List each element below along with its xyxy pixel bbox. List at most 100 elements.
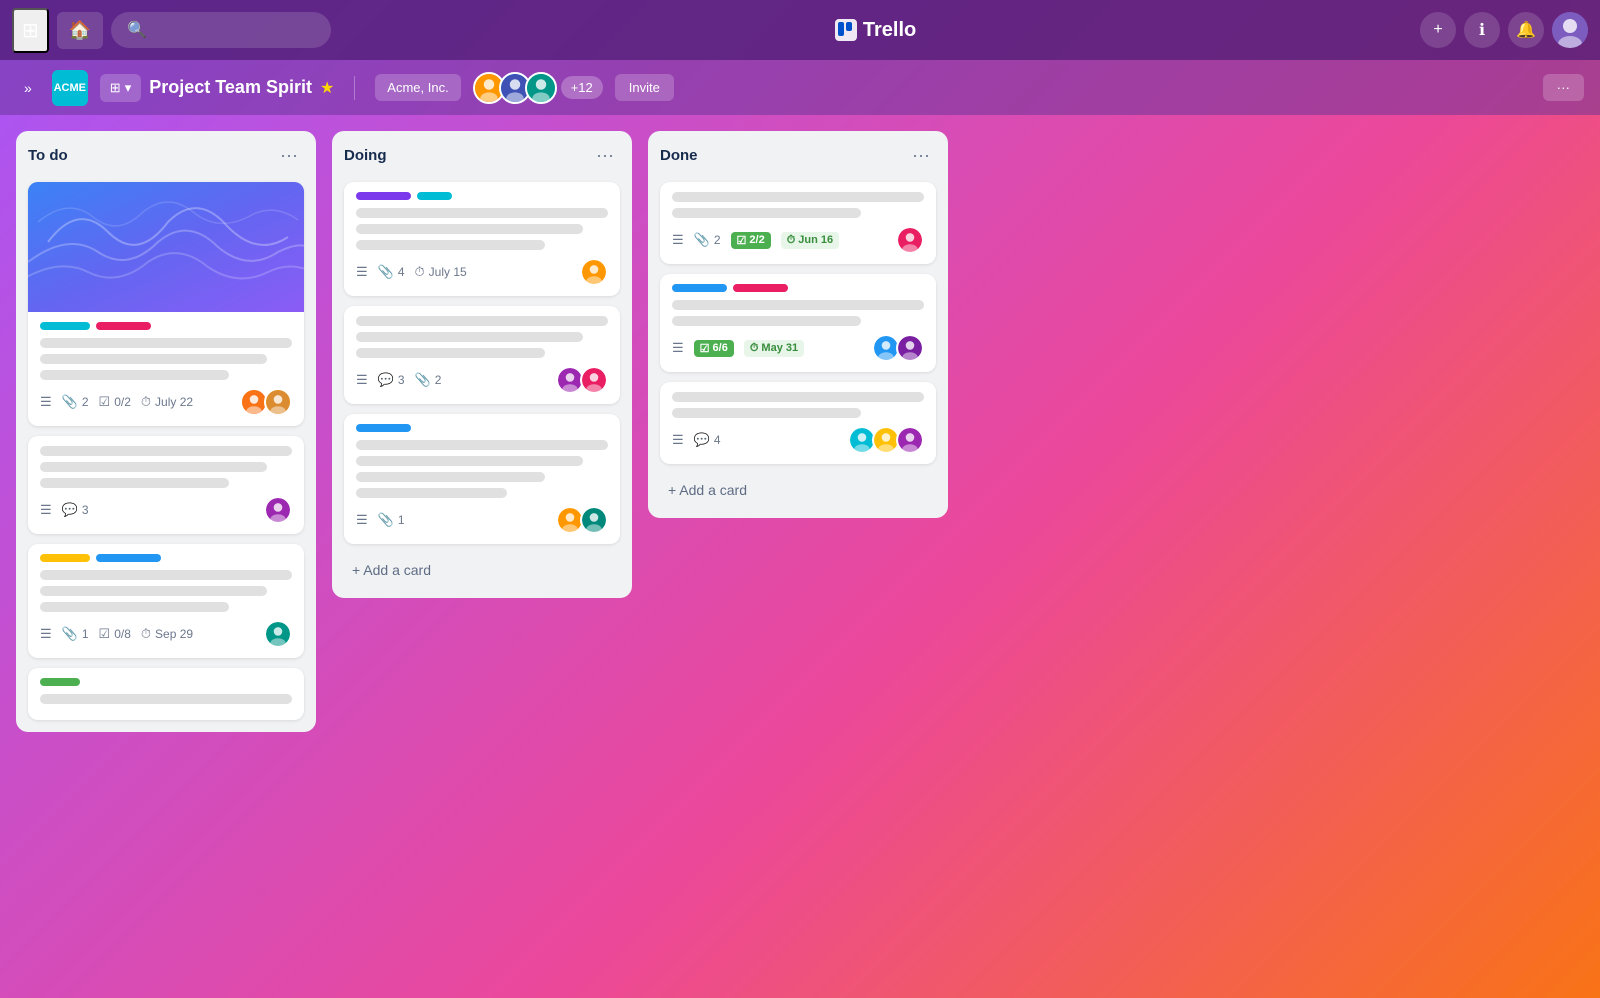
card-7-attachments: 📎 1 <box>378 512 405 528</box>
top-navigation: ⊞ 🏠 🔍 Trello + ℹ 🔔 <box>0 0 1600 60</box>
column-doing: Doing ··· ☰ 📎 4 ⏱ July 15 <box>332 131 632 598</box>
board-more-button[interactable]: ··· <box>1543 74 1584 101</box>
card-7-labels <box>356 424 608 432</box>
card-6-line-1 <box>356 316 608 326</box>
card-2[interactable]: ☰ 💬 3 <box>28 436 304 534</box>
card-1-line-1 <box>40 338 292 348</box>
card-1-line-2 <box>40 354 267 364</box>
card-6-comments: 💬 3 <box>378 372 405 388</box>
star-button[interactable]: ★ <box>320 78 334 98</box>
user-avatar[interactable] <box>1552 12 1588 48</box>
trello-logo-icon <box>835 19 857 41</box>
card-9-line-1 <box>672 300 924 310</box>
card-6-meta: ☰ 💬 3 📎 2 <box>356 366 608 394</box>
card-8[interactable]: ☰ 📎 2 ☑2/2 ⏱Jun 16 <box>660 182 936 264</box>
card-10-line-1 <box>672 392 924 402</box>
card-1-description-icon: ☰ <box>40 394 52 410</box>
card-7-meta: ☰ 📎 1 <box>356 506 608 534</box>
card-2-line-1 <box>40 446 292 456</box>
card-7-avatars <box>556 506 608 534</box>
column-doing-header: Doing ··· <box>344 143 620 168</box>
card-10[interactable]: ☰ 💬 4 <box>660 382 936 464</box>
label-blue <box>356 424 411 432</box>
card-7[interactable]: ☰ 📎 1 <box>344 414 620 544</box>
card-5-labels <box>356 192 608 200</box>
board-view-button[interactable]: ⊞ ▾ <box>100 74 141 102</box>
card-2-meta: ☰ 💬 3 <box>40 496 292 524</box>
add-button[interactable]: + <box>1420 12 1456 48</box>
label-yellow <box>40 554 90 562</box>
card-10-description-icon: ☰ <box>672 432 684 448</box>
card-2-comments: 💬 3 <box>62 502 89 518</box>
card-5-avatar-1 <box>580 258 608 286</box>
card-4[interactable] <box>28 668 304 720</box>
search-bar[interactable]: 🔍 <box>111 12 331 48</box>
column-doing-title: Doing <box>344 147 387 164</box>
workspace-tag-button[interactable]: Acme, Inc. <box>375 74 460 101</box>
card-3-avatar-1 <box>264 620 292 648</box>
column-done-header: Done ··· <box>660 143 936 168</box>
card-1-avatars <box>240 388 292 416</box>
card-9-description-icon: ☰ <box>672 340 684 356</box>
card-6-line-2 <box>356 332 583 342</box>
card-2-description-icon: ☰ <box>40 502 52 518</box>
card-3-checklist: ☑ 0/8 <box>99 626 131 642</box>
card-3-line-1 <box>40 570 292 580</box>
add-card-doing-button[interactable]: + Add a card <box>344 554 620 586</box>
card-6-avatars <box>556 366 608 394</box>
card-9[interactable]: ☰ ☑6/6 ⏱May 31 <box>660 274 936 372</box>
card-1-checklist: ☑ 0/2 <box>99 394 131 410</box>
expand-sidebar-button[interactable]: » <box>16 72 40 104</box>
column-doing-menu-button[interactable]: ··· <box>590 143 620 168</box>
card-3[interactable]: ☰ 📎 1 ☑ 0/8 ⏱ Sep 29 <box>28 544 304 658</box>
card-10-comments: 💬 4 <box>694 432 721 448</box>
card-10-meta: ☰ 💬 4 <box>672 426 924 454</box>
info-button[interactable]: ℹ <box>1464 12 1500 48</box>
notification-button[interactable]: 🔔 <box>1508 12 1544 48</box>
app-name: Trello <box>863 19 916 42</box>
card-3-meta: ☰ 📎 1 ☑ 0/8 ⏱ Sep 29 <box>40 620 292 648</box>
board-header: » ACME ⊞ ▾ Project Team Spirit ★ Acme, I… <box>0 60 1600 115</box>
board-area: To do ··· <box>0 115 1600 998</box>
card-10-avatars <box>848 426 924 454</box>
card-3-description-icon: ☰ <box>40 626 52 642</box>
card-7-line-1 <box>356 440 608 450</box>
card-9-checklist-badge: ☑6/6 <box>694 340 734 357</box>
card-2-line-3 <box>40 478 229 488</box>
invite-button[interactable]: Invite <box>615 74 674 101</box>
card-10-avatar-3 <box>896 426 924 454</box>
column-todo-menu-button[interactable]: ··· <box>274 143 304 168</box>
separator <box>354 76 355 100</box>
label-purple <box>356 192 411 200</box>
column-done-menu-button[interactable]: ··· <box>906 143 936 168</box>
grid-icon[interactable]: ⊞ <box>12 8 49 53</box>
label-teal <box>417 192 452 200</box>
nav-actions: + ℹ 🔔 <box>1420 12 1588 48</box>
card-1-cover <box>28 182 304 312</box>
label-blue2 <box>96 554 161 562</box>
label-pink-9 <box>733 284 788 292</box>
add-card-done-button[interactable]: + Add a card <box>660 474 936 506</box>
column-todo: To do ··· <box>16 131 316 732</box>
member-avatars: +12 <box>473 72 603 104</box>
view-icon: ⊞ <box>110 80 121 96</box>
card-7-line-4 <box>356 488 507 498</box>
card-6[interactable]: ☰ 💬 3 📎 2 <box>344 306 620 404</box>
card-8-date-badge: ⏱Jun 16 <box>781 232 839 249</box>
card-5[interactable]: ☰ 📎 4 ⏱ July 15 <box>344 182 620 296</box>
card-9-date-badge: ⏱May 31 <box>744 340 804 357</box>
card-6-line-3 <box>356 348 545 358</box>
home-button[interactable]: 🏠 <box>57 12 103 49</box>
card-1[interactable]: ☰ 📎 2 ☑ 0/2 ⏱ July 22 <box>28 182 304 426</box>
card-6-avatar-2 <box>580 366 608 394</box>
column-todo-header: To do ··· <box>28 143 304 168</box>
card-4-line-1 <box>40 694 292 704</box>
workspace-icon: ACME <box>52 70 88 106</box>
card-6-attachments: 📎 2 <box>415 372 442 388</box>
card-1-attachments: 📎 2 <box>62 394 89 410</box>
card-9-meta: ☰ ☑6/6 ⏱May 31 <box>672 334 924 362</box>
member-count-button[interactable]: +12 <box>561 76 603 99</box>
card-8-line-1 <box>672 192 924 202</box>
card-8-checklist-badge: ☑2/2 <box>731 232 771 249</box>
board-title-area: ⊞ ▾ Project Team Spirit ★ <box>100 74 335 102</box>
